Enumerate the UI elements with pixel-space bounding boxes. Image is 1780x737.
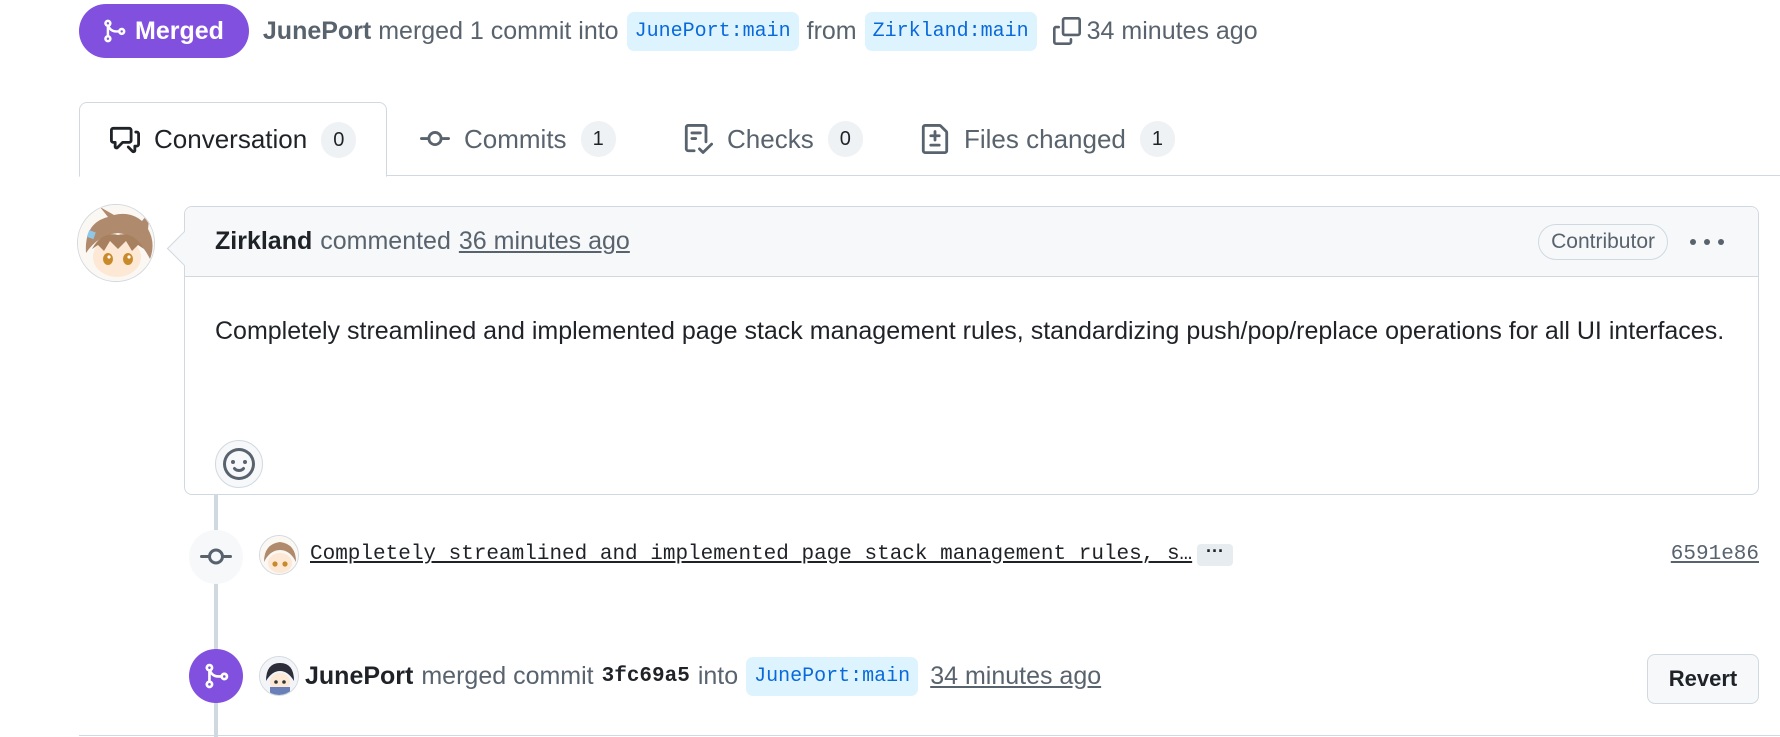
tab-commits-count: 1 bbox=[580, 121, 616, 157]
revert-button[interactable]: Revert bbox=[1647, 654, 1759, 704]
commit-message-link[interactable]: Completely streamlined and implemented p… bbox=[310, 543, 1192, 566]
merge-event-phrase: merged commit bbox=[421, 662, 594, 690]
copy-icon[interactable] bbox=[1052, 17, 1081, 45]
kebab-menu-icon[interactable] bbox=[1690, 227, 1724, 257]
tab-commits[interactable]: Commits 1 bbox=[420, 102, 616, 176]
smiley-icon bbox=[223, 448, 255, 480]
merge-into-word: into bbox=[697, 662, 739, 690]
git-commit-icon bbox=[420, 131, 450, 147]
comment-body: Completely streamlined and implemented p… bbox=[215, 317, 1725, 345]
tab-checks[interactable]: Checks 0 bbox=[683, 102, 863, 176]
tab-checks-label: Checks bbox=[727, 123, 814, 154]
commit-sha-link[interactable]: 6591e86 bbox=[1671, 543, 1759, 566]
tab-files-changed-count: 1 bbox=[1139, 121, 1176, 157]
comment-action: commented bbox=[320, 227, 451, 255]
merge-time: 34 minutes ago bbox=[1086, 16, 1258, 45]
merge-event-author[interactable]: JunePort bbox=[305, 662, 413, 691]
merger-username[interactable]: JunePort bbox=[263, 17, 371, 46]
merge-event-text: JunePort merged commit 3fc69a5 into June… bbox=[305, 657, 1101, 696]
comment-time[interactable]: 36 minutes ago bbox=[459, 227, 630, 256]
commit-node bbox=[189, 530, 243, 584]
add-reaction-button[interactable] bbox=[215, 440, 263, 488]
head-branch-label[interactable]: Zirkland:main bbox=[864, 11, 1037, 51]
contributor-badge: Contributor bbox=[1538, 224, 1668, 260]
merge-target-branch[interactable]: JunePort:main bbox=[746, 657, 919, 696]
tab-commits-label: Commits bbox=[464, 123, 567, 154]
git-merge-icon bbox=[104, 19, 126, 43]
from-word: from bbox=[806, 16, 857, 45]
merger-avatar[interactable] bbox=[259, 656, 299, 696]
comment-author[interactable]: Zirkland bbox=[215, 227, 312, 256]
git-merge-icon bbox=[205, 663, 229, 689]
git-commit-icon bbox=[200, 548, 232, 565]
tab-files-changed-label: Files changed bbox=[964, 123, 1126, 154]
tab-checks-count: 0 bbox=[827, 121, 863, 157]
merge-commit-sha[interactable]: 3fc69a5 bbox=[602, 665, 690, 688]
merge-event-time[interactable]: 34 minutes ago bbox=[930, 662, 1101, 691]
comment-header: Zirkland commented 36 minutes ago Contri… bbox=[185, 207, 1758, 277]
expand-commit-button[interactable]: ··· bbox=[1197, 542, 1233, 566]
tab-files-changed[interactable]: Files changed 1 bbox=[920, 102, 1176, 176]
timeline-divider bbox=[79, 735, 1780, 736]
tab-conversation-count: 0 bbox=[321, 121, 357, 158]
merge-summary: JunePort merged 1 commit into JunePort:m… bbox=[263, 11, 1258, 51]
pr-state-header: Merged JunePort merged 1 commit into Jun… bbox=[79, 4, 1258, 58]
comment-box: Zirkland commented 36 minutes ago Contri… bbox=[184, 206, 1759, 495]
base-branch-label[interactable]: JunePort:main bbox=[626, 11, 799, 51]
merged-status-label: Merged bbox=[135, 16, 224, 45]
comment-discussion-icon bbox=[110, 126, 140, 153]
file-diff-icon bbox=[921, 124, 949, 154]
pr-tab-bar: Conversation 0 Commits 1 Checks 0 Files … bbox=[79, 102, 1780, 177]
merge-phrase: merged 1 commit into bbox=[378, 16, 619, 45]
comment-author-avatar[interactable] bbox=[77, 204, 155, 282]
commit-author-avatar[interactable] bbox=[259, 535, 299, 575]
checklist-icon bbox=[684, 124, 713, 154]
merge-event-node bbox=[189, 649, 243, 703]
tab-conversation[interactable]: Conversation 0 bbox=[79, 102, 388, 177]
merged-status-badge: Merged bbox=[79, 4, 249, 58]
tab-conversation-label: Conversation bbox=[154, 124, 308, 154]
